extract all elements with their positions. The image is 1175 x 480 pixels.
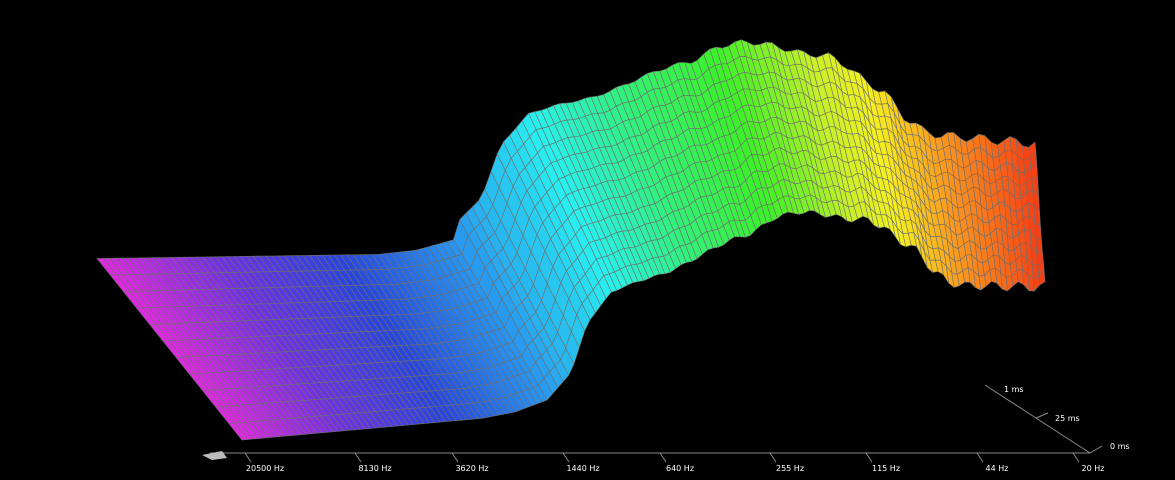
- frequency-tick: [659, 452, 667, 463]
- time-tick-0ms: [1089, 445, 1103, 454]
- frequency-ticks: 20500 Hz 8130 Hz 3620 Hz 1440 Hz 640 Hz 255 H…: [244, 452, 1105, 473]
- frequency-tick-label: 3620 Hz: [455, 464, 488, 473]
- frequency-tick-label: 115 Hz: [872, 464, 900, 473]
- frequency-tick-label: 20 Hz: [1082, 464, 1105, 473]
- time-tick-label-1: 25 ms: [1055, 414, 1080, 423]
- time-tick-25ms: [1035, 412, 1049, 419]
- frequency-tick: [865, 452, 873, 463]
- frequency-tick: [451, 452, 459, 463]
- frequency-tick: [562, 452, 570, 463]
- frequency-tick: [976, 452, 984, 463]
- frequency-tick: [244, 452, 252, 463]
- waterfall-plot: 0 ms 25 ms 1 ms 20500 Hz 8130 Hz 3620 Hz 14…: [96, 39, 1130, 473]
- frequency-tick-label: 1440 Hz: [566, 464, 599, 473]
- time-tick-label-0: 0 ms: [1110, 442, 1130, 451]
- frequency-tick-label: 44 Hz: [986, 464, 1009, 473]
- frequency-tick: [769, 452, 777, 463]
- frequency-tick-label: 255 Hz: [776, 464, 804, 473]
- frequency-tick: [1072, 452, 1080, 463]
- frequency-tick: [354, 452, 362, 463]
- waterfall-surface: [96, 39, 1046, 441]
- frequency-tick-label: 8130 Hz: [358, 464, 391, 473]
- axis-arrow-icon: [202, 451, 227, 460]
- frequency-tick-label: 640 Hz: [666, 464, 694, 473]
- time-tick-label-partial: 1 ms: [1004, 385, 1024, 394]
- frequency-tick-label: 20500 Hz: [246, 464, 284, 473]
